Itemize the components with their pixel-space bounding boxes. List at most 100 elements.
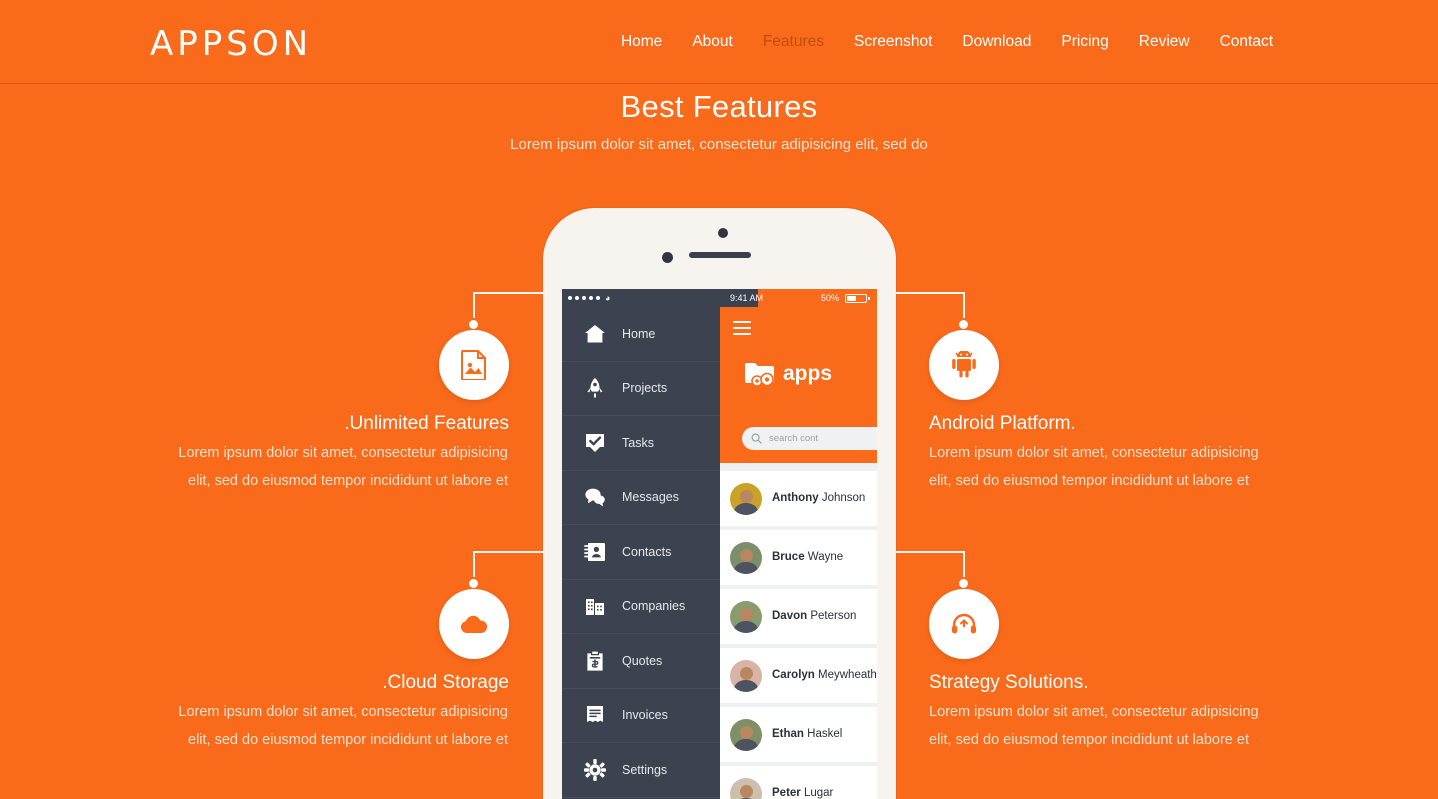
sidebar-item-messages[interactable]: Messages bbox=[562, 471, 720, 525]
feature-description: Lorem ipsum dolor sit amet, consectetur … bbox=[929, 704, 1259, 748]
nav-item-pricing[interactable]: Pricing bbox=[1046, 31, 1123, 53]
contact-first-name: Davon bbox=[772, 610, 808, 622]
contact-last-name: Johnson bbox=[818, 492, 866, 504]
sidebar-item-companies[interactable]: Companies bbox=[562, 580, 720, 634]
nav-item-features[interactable]: Features bbox=[748, 31, 839, 53]
sidebar-item-label: Settings bbox=[622, 762, 668, 777]
feature-title: Strategy Solutions. bbox=[929, 672, 1089, 693]
app-brand: apps bbox=[744, 361, 832, 387]
status-bar: ◕ 9:41 AM 50% bbox=[562, 289, 877, 307]
contact-first-name: Carolyn bbox=[772, 669, 815, 681]
status-right-group: 9:41 AM 50% bbox=[722, 289, 877, 307]
signal-dot bbox=[568, 296, 572, 300]
status-time: 9:41 AM bbox=[730, 292, 763, 304]
status-signal-group: ◕ bbox=[562, 289, 722, 307]
feature-title: .Unlimited Features bbox=[344, 413, 509, 434]
contact-last-name: Wayne bbox=[804, 551, 844, 563]
hamburger-menu-icon[interactable] bbox=[733, 321, 751, 339]
app-header: apps search cont bbox=[720, 307, 877, 463]
contact-name: Peter Lugar bbox=[772, 786, 833, 799]
nav-item-screenshot[interactable]: Screenshot bbox=[839, 31, 947, 53]
app-sidebar: Home Projects Tasks Messages Contacts Compani… bbox=[562, 307, 720, 799]
sidebar-item-label: Contacts bbox=[622, 544, 672, 559]
feature-icon-circle[interactable] bbox=[929, 330, 999, 400]
nav-item-download[interactable]: Download bbox=[947, 31, 1046, 53]
signal-dot bbox=[589, 296, 593, 300]
sidebar-item-label: Tasks bbox=[622, 435, 654, 450]
sidebar-item-label: Messages bbox=[622, 490, 679, 505]
status-battery-percent: 50% bbox=[820, 293, 839, 303]
contact-last-name: Haskel bbox=[803, 728, 843, 740]
image-file-icon bbox=[461, 350, 486, 380]
contact-first-name: Peter bbox=[772, 787, 801, 799]
contact-row[interactable]: Davon Peterson bbox=[720, 589, 877, 644]
sidebar-item-label: Projects bbox=[622, 381, 668, 396]
nav-item-home[interactable]: Home bbox=[606, 31, 677, 53]
house-icon bbox=[584, 323, 606, 345]
section-header: Best Features Lorem ipsum dolor sit amet… bbox=[0, 88, 1438, 156]
contact-row[interactable]: Ethan Haskel bbox=[720, 707, 877, 762]
contact-row[interactable]: Bruce Wayne bbox=[720, 530, 877, 585]
app-main-panel: apps search cont Anthony Johnson Bruce Wa… bbox=[720, 307, 877, 799]
phone-earpiece-speaker bbox=[688, 252, 751, 258]
avatar bbox=[730, 777, 762, 799]
sidebar-item-quotes[interactable]: Quotes bbox=[562, 634, 720, 689]
sidebar-item-tasks[interactable]: Tasks bbox=[562, 416, 720, 471]
feature-title: Android Platform. bbox=[929, 413, 1076, 434]
avatar bbox=[730, 659, 762, 692]
signal-dot bbox=[575, 296, 579, 300]
status-time-value: 9:41 bbox=[730, 293, 748, 303]
sidebar-item-label: Companies bbox=[622, 599, 686, 614]
feature-icon-circle[interactable] bbox=[439, 589, 509, 659]
chat-bubble-icon bbox=[584, 486, 606, 508]
contact-first-name: Ethan bbox=[772, 728, 804, 740]
app-search-field[interactable]: search cont bbox=[742, 427, 877, 450]
search-icon bbox=[751, 433, 762, 444]
page-subtitle: Lorem ipsum dolor sit amet, consectetur … bbox=[510, 136, 928, 153]
nav-item-contact[interactable]: Contact bbox=[1205, 31, 1288, 53]
contact-row[interactable]: Peter Lugar bbox=[720, 766, 877, 799]
phone-screen: ◕ 9:41 AM 50% Home Projects Tasks Messages C… bbox=[562, 289, 877, 799]
sidebar-item-label: Home bbox=[622, 326, 656, 341]
rocket-icon bbox=[584, 377, 606, 399]
feature-description: Lorem ipsum dolor sit amet, consectetur … bbox=[178, 445, 508, 489]
contact-row[interactable]: Anthony Johnson bbox=[720, 471, 877, 526]
sidebar-item-home[interactable]: Home bbox=[562, 307, 720, 362]
contact-name: Carolyn Meywheather bbox=[772, 668, 877, 683]
page-title: Best Features bbox=[620, 89, 818, 124]
feature-icon-circle[interactable] bbox=[439, 330, 509, 400]
sidebar-item-projects[interactable]: Projects bbox=[562, 362, 720, 416]
folder-gears-icon bbox=[745, 363, 774, 387]
gear-icon bbox=[584, 758, 606, 781]
avatar bbox=[730, 600, 762, 633]
app-body: Home Projects Tasks Messages Contacts Compani… bbox=[562, 307, 877, 799]
feature-title: .Cloud Storage bbox=[382, 672, 509, 693]
contact-row[interactable]: Carolyn Meywheather bbox=[720, 648, 877, 703]
feature-icon-circle[interactable] bbox=[929, 589, 999, 659]
sidebar-item-label: Invoices bbox=[622, 708, 668, 723]
sidebar-item-invoices[interactable]: Invoices bbox=[562, 689, 720, 743]
battery-icon bbox=[845, 294, 870, 303]
clipboard-dollar-icon bbox=[584, 650, 606, 672]
wifi-icon: ◕ bbox=[605, 292, 611, 303]
nav-item-review[interactable]: Review bbox=[1124, 31, 1205, 53]
invoice-icon bbox=[584, 704, 606, 726]
cloud-icon bbox=[460, 615, 488, 633]
signal-dot bbox=[596, 296, 600, 300]
avatar bbox=[730, 482, 762, 515]
site-logo[interactable]: APPSON bbox=[150, 25, 312, 63]
nav-item-about[interactable]: About bbox=[677, 31, 748, 53]
headphones-icon bbox=[952, 613, 976, 634]
contact-last-name: Lugar bbox=[800, 787, 834, 799]
avatar bbox=[730, 541, 762, 574]
feature-description: Lorem ipsum dolor sit amet, consectetur … bbox=[929, 445, 1259, 489]
contact-first-name: Anthony bbox=[772, 492, 819, 504]
avatar bbox=[730, 718, 762, 751]
phone-proximity-sensor bbox=[718, 228, 728, 238]
sidebar-item-contacts[interactable]: Contacts bbox=[562, 525, 720, 580]
contact-last-name: Meywheather bbox=[818, 669, 877, 681]
contact-name: Davon Peterson bbox=[772, 609, 856, 624]
contact-name: Ethan Haskel bbox=[772, 727, 842, 742]
sidebar-item-settings[interactable]: Settings bbox=[562, 743, 720, 798]
site-header: APPSON Home About Features Screenshot Downlo… bbox=[0, 0, 1438, 84]
